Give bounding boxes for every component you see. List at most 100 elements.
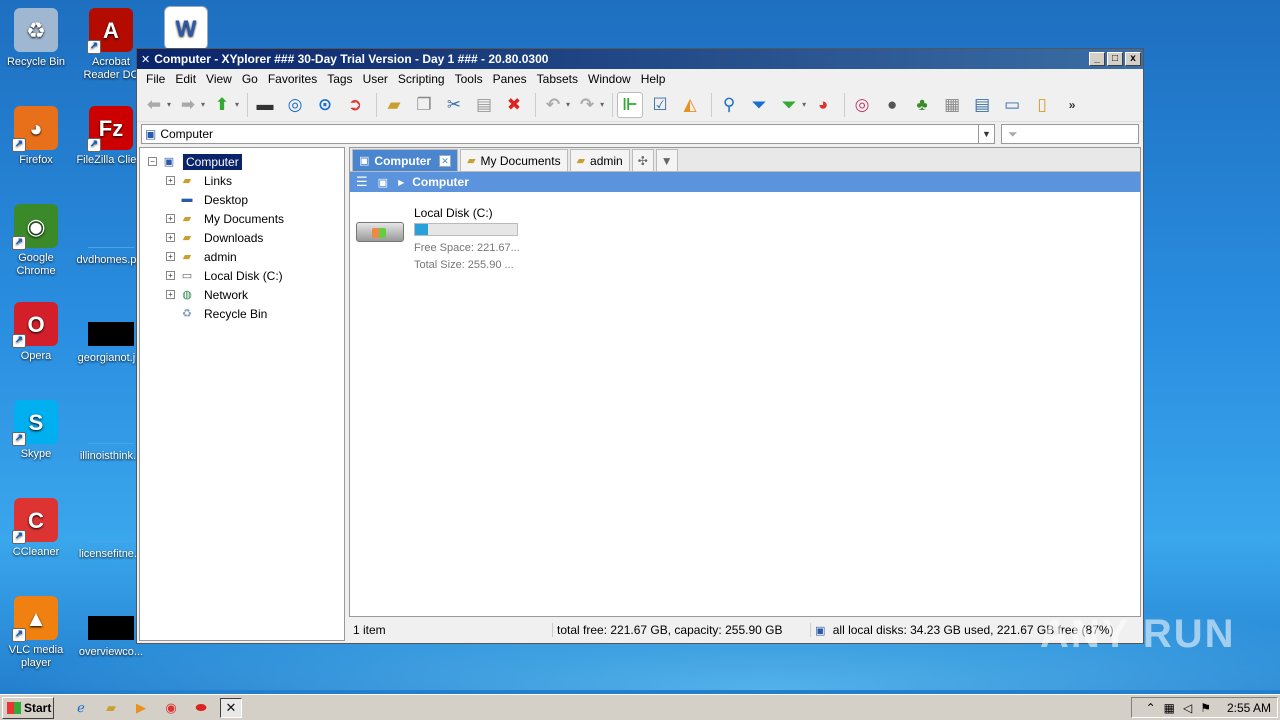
moon-icon[interactable]: ●: [879, 92, 905, 118]
back-arrow-icon[interactable]: ⬅: [141, 92, 167, 118]
computer-icon[interactable]: ▬: [252, 92, 278, 118]
preview-icon[interactable]: ▯: [1029, 92, 1055, 118]
menu-item-tabsets[interactable]: Tabsets: [532, 72, 583, 86]
desktop-shortcut[interactable]: ◉ ↗ Google Chrome: [0, 204, 72, 278]
desktop-shortcut[interactable]: ◕ ↗ Firefox: [0, 106, 72, 167]
checkbox-icon[interactable]: ☑: [647, 92, 673, 118]
menu-item-view[interactable]: View: [201, 72, 237, 86]
filter-input[interactable]: ⏷: [1001, 124, 1139, 144]
tree-toggle-icon[interactable]: ⊩: [617, 91, 644, 118]
internet-explorer-icon[interactable]: ℯ: [70, 698, 92, 718]
tree-item-network[interactable]: + ◍ Network: [140, 285, 344, 304]
breadcrumb-computer[interactable]: Computer: [412, 175, 469, 189]
grid-icon[interactable]: ▦: [939, 92, 965, 118]
start-button[interactable]: Start: [2, 696, 54, 719]
forward-arrow-icon[interactable]: ➡: [175, 92, 201, 118]
drive-item[interactable]: Local Disk (C:) Free Space: 221.67... To…: [356, 206, 520, 274]
desktop-shortcut[interactable]: ♻ Recycle Bin: [0, 8, 72, 69]
redo-icon[interactable]: ↷: [574, 92, 600, 118]
close-tab-icon[interactable]: ✕: [439, 154, 452, 167]
menu-item-tags[interactable]: Tags: [322, 72, 357, 86]
expander-icon[interactable]: +: [166, 252, 175, 261]
expander-icon[interactable]: +: [166, 271, 175, 280]
title-bar[interactable]: ✕ Computer - XYplorer ### 30-Day Trial V…: [137, 49, 1143, 69]
tree-item-desktop[interactable]: ▬ Desktop: [140, 190, 344, 209]
opera-icon[interactable]: ⬬: [190, 698, 212, 718]
menu-item-tools[interactable]: Tools: [450, 72, 488, 86]
redo-dropdown-icon[interactable]: ▾: [600, 100, 604, 109]
expander-icon[interactable]: +: [166, 290, 175, 299]
menu-item-go[interactable]: Go: [237, 72, 263, 86]
file-explorer-icon[interactable]: ▰: [100, 698, 122, 718]
tree-icon[interactable]: ♣: [909, 92, 935, 118]
menu-item-scripting[interactable]: Scripting: [393, 72, 450, 86]
tab-list-dropdown-icon[interactable]: ▼: [655, 149, 678, 171]
expander-icon[interactable]: +: [166, 176, 175, 185]
color-filter-icon[interactable]: ◕: [810, 92, 836, 118]
computer-icon[interactable]: ▣: [378, 176, 388, 189]
clock[interactable]: 2:55 AM: [1227, 701, 1271, 715]
chevron-right-icon[interactable]: ▶: [398, 178, 404, 187]
expander-icon[interactable]: +: [166, 214, 175, 223]
action-center-flag-icon[interactable]: ⚑: [1200, 701, 1211, 715]
desktop-shortcut[interactable]: S ↗ Skype: [0, 400, 72, 461]
new-folder-icon[interactable]: ▰: [381, 92, 407, 118]
details-icon[interactable]: ▤: [969, 92, 995, 118]
back-dropdown-icon[interactable]: ▾: [167, 100, 171, 109]
chrome-icon[interactable]: ◉: [160, 698, 182, 718]
tree-item-computer[interactable]: − ▣ Computer: [140, 152, 344, 171]
expander-icon[interactable]: −: [148, 157, 157, 166]
volume-icon[interactable]: ◁: [1183, 701, 1192, 715]
cut-icon[interactable]: ✂: [441, 92, 467, 118]
undo-icon[interactable]: ↶: [540, 92, 566, 118]
target-icon[interactable]: ◎: [282, 92, 308, 118]
tree-item-downloads[interactable]: + ▰ Downloads: [140, 228, 344, 247]
up-dropdown-icon[interactable]: ▾: [235, 100, 239, 109]
address-bar[interactable]: ▣ Computer ▼: [141, 124, 995, 144]
desktop-shortcut[interactable]: ▲ ↗ VLC media player: [0, 596, 72, 670]
menu-item-file[interactable]: File: [141, 72, 170, 86]
xyplorer-taskbar-icon[interactable]: ✕: [220, 697, 242, 718]
forward-dropdown-icon[interactable]: ▾: [201, 100, 205, 109]
tree-item-my-documents[interactable]: + ▰ My Documents: [140, 209, 344, 228]
menu-item-user[interactable]: User: [358, 72, 393, 86]
address-dropdown-icon[interactable]: ▼: [978, 125, 994, 143]
desktop-shortcut[interactable]: C ↗ CCleaner: [0, 498, 72, 559]
filter-icon[interactable]: ⏷: [746, 92, 772, 118]
tree-item-admin[interactable]: + ▰ admin: [140, 247, 344, 266]
new-tab-icon[interactable]: ✣: [631, 149, 654, 171]
word-document-shortcut[interactable]: W: [150, 6, 222, 54]
tree-item-recycle-bin[interactable]: ♻ Recycle Bin: [140, 304, 344, 323]
search-icon[interactable]: ⚲: [716, 92, 742, 118]
desktop-shortcut[interactable]: O ↗ Opera: [0, 302, 72, 363]
tab-my-documents[interactable]: ▰ My Documents: [460, 149, 568, 171]
visual-filter-dropdown-icon[interactable]: ▾: [802, 100, 806, 109]
media-player-icon[interactable]: ▶: [130, 698, 152, 718]
tree-item-links[interactable]: + ▰ Links: [140, 171, 344, 190]
find-icon[interactable]: ⊙: [312, 92, 338, 118]
visual-filter-icon[interactable]: ⏷: [776, 92, 802, 118]
goto-icon[interactable]: ➲: [342, 92, 368, 118]
tray-expand-icon[interactable]: ⌃: [1146, 701, 1156, 715]
tree-item-local-disk-c[interactable]: + ▭ Local Disk (C:): [140, 266, 344, 285]
tab-admin[interactable]: ▰ admin: [569, 149, 630, 171]
copy-icon[interactable]: ❐: [411, 92, 437, 118]
paste-icon[interactable]: ▤: [471, 92, 497, 118]
menu-item-help[interactable]: Help: [636, 72, 671, 86]
undo-dropdown-icon[interactable]: ▾: [566, 100, 570, 109]
toolbar-overflow-icon[interactable]: »: [1059, 92, 1085, 118]
maximize-button[interactable]: □: [1107, 52, 1123, 66]
network-icon[interactable]: ▦: [1164, 701, 1175, 715]
highlight-icon[interactable]: ◭: [677, 92, 703, 118]
minimize-button[interactable]: _: [1089, 52, 1105, 66]
up-arrow-icon[interactable]: ⬆: [209, 92, 235, 118]
menu-item-edit[interactable]: Edit: [170, 72, 201, 86]
close-button[interactable]: x: [1125, 52, 1141, 66]
menu-item-panes[interactable]: Panes: [488, 72, 532, 86]
menu-item-favorites[interactable]: Favorites: [263, 72, 322, 86]
delete-icon[interactable]: ✖: [501, 92, 527, 118]
spiral-icon[interactable]: ◎: [849, 92, 875, 118]
hamburger-icon[interactable]: ☰: [356, 174, 368, 190]
menu-item-window[interactable]: Window: [583, 72, 636, 86]
tab-computer[interactable]: ▣ Computer ✕: [352, 149, 459, 171]
